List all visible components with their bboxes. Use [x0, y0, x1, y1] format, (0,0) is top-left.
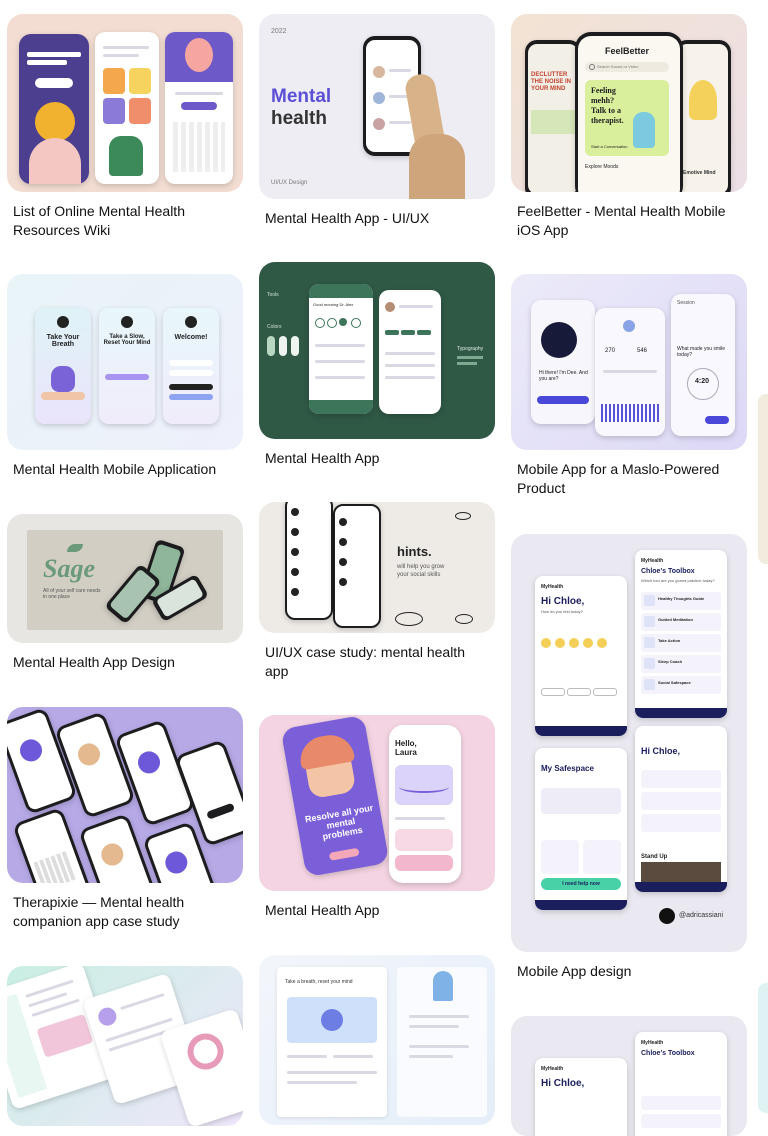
phone-mockup: Hi there! I'm Dee. And you are?	[531, 300, 595, 424]
pin-mental-health-app-pink[interactable]: Resolve all your mental problems Hello, …	[259, 715, 495, 925]
tool-list: Healthy Thoughts Guide Guided Meditation…	[641, 592, 721, 697]
tool-item[interactable]: Social Safespace	[641, 676, 721, 694]
phone-mockup: MyHealth Chloe's Toolbox Which tool are …	[635, 550, 727, 718]
pin-mobile-app-design[interactable]: MyHealth Hi Chloe, How do you feel today…	[511, 534, 747, 984]
pin-website-ui[interactable]: Take a breath, reset your mind	[259, 955, 495, 1125]
pin-mental-health-app-design[interactable]: Sage All of your self care needs in one …	[7, 514, 243, 674]
doodle-icon	[455, 512, 471, 520]
phone-mockup: 270 546	[595, 308, 665, 436]
phone-mockup	[19, 34, 89, 184]
phone-mockup: MyHealth Chloe's Toolbox	[635, 1032, 727, 1136]
phone-mockup: DECLUTTER THE NOISE IN YOUR MIND	[525, 40, 581, 192]
pin-title[interactable]: Mobile App design	[517, 962, 739, 981]
credit-avatar	[659, 908, 675, 924]
pin-dashboard-ui[interactable]	[7, 966, 243, 1126]
search-icon	[589, 64, 595, 70]
tool-icon	[644, 616, 655, 627]
pin-title[interactable]: Therapixie — Mental health companion app…	[13, 893, 235, 931]
phone-mockup	[333, 504, 381, 628]
pin-title[interactable]: List of Online Mental Health Resources W…	[13, 202, 235, 240]
phone-mockup	[285, 502, 333, 620]
pin-image[interactable]: Take Your Breath Take a Slow, Reset Your…	[7, 274, 243, 450]
pin-image[interactable]	[7, 966, 243, 1126]
tool-icon	[644, 637, 655, 648]
phone-mockup: Hello, Laura	[389, 725, 461, 883]
phone-mockup: My Safespace I need help now	[535, 748, 627, 910]
tool-item[interactable]: Sleep Coach	[641, 655, 721, 673]
phone-mockup: Session What made you smile today? 4:20	[671, 294, 735, 436]
phone-mockup: Welcome!	[163, 308, 219, 424]
pin-image[interactable]	[7, 14, 243, 192]
phone-mockup	[379, 290, 441, 414]
help-button[interactable]: I need help now	[541, 878, 621, 890]
pin-partial-edge[interactable]	[758, 394, 768, 564]
pin-partial-edge[interactable]	[758, 983, 768, 1113]
pin-title[interactable]: FeelBetter - Mental Health Mobile iOS Ap…	[517, 202, 739, 240]
pin-mental-health-app-uiux[interactable]: 2022 Mental health UI/UX Design Mental H…	[259, 14, 495, 234]
tool-icon	[644, 658, 655, 669]
phone-mockup: Hi Chloe, Stand Up	[635, 726, 727, 892]
phone-mockup	[95, 32, 159, 184]
phone-mockup: Take a Slow, Reset Your Mind	[99, 308, 155, 424]
pin-image[interactable]: hints. will help you grow your social sk…	[259, 502, 495, 633]
pin-title[interactable]: Mental Health App Design	[13, 653, 235, 672]
pin-online-mental-health-resources[interactable]: List of Online Mental Health Resources W…	[7, 14, 243, 239]
doodle-icon	[455, 614, 473, 624]
tool-item[interactable]: Healthy Thoughts Guide	[641, 592, 721, 610]
doodle-icon	[395, 612, 423, 626]
pin-title[interactable]: Mental Health App - UI/UX	[265, 209, 487, 228]
phone-mockup: Good morning Dr. Alex	[309, 284, 373, 414]
pin-image[interactable]: MyHealth Hi Chloe, How do you feel today…	[511, 534, 747, 952]
pin-title[interactable]: UI/UX case study: mental health app	[265, 643, 487, 681]
tool-item[interactable]: Guided Meditation	[641, 613, 721, 631]
pin-title[interactable]: Mobile App for a Maslo-Powered Product	[517, 460, 739, 498]
tool-item[interactable]: Take Action	[641, 634, 721, 652]
wooden-hand	[409, 134, 465, 199]
pin-uiux-case-study[interactable]: hints. will help you grow your social sk…	[259, 502, 495, 687]
pin-image[interactable]: Resolve all your mental problems Hello, …	[259, 715, 495, 891]
pin-image[interactable]: Sage All of your self care needs in one …	[7, 514, 243, 643]
phone-mockup: Take Your Breath	[35, 308, 91, 424]
pin-therapixie[interactable]: Therapixie — Mental health companion app…	[7, 707, 243, 937]
phone-mockup: Resolve all your mental problems	[280, 715, 390, 878]
pin-feelbetter[interactable]: DECLUTTER THE NOISE IN YOUR MIND Emotive…	[511, 14, 747, 239]
pin-image[interactable]	[7, 707, 243, 883]
pin-image[interactable]: Take a breath, reset your mind	[259, 955, 495, 1125]
phone-mockup: FeelBetter Search Sound or Video Feeling…	[575, 32, 683, 192]
phone-mockup: Emotive Mind	[675, 40, 731, 192]
pin-title[interactable]: Mental Health App	[265, 901, 487, 920]
pin-image[interactable]: DECLUTTER THE NOISE IN YOUR MIND Emotive…	[511, 14, 747, 192]
pin-image[interactable]: Hi there! I'm Dee. And you are? 270 546 …	[511, 274, 747, 450]
pin-image[interactable]: Tools Colors Good morning Dr. Alex Typog…	[259, 262, 495, 439]
phone-mockup: MyHealth Hi Chloe, How do you feel today…	[535, 576, 627, 736]
pin-mental-health-app-green[interactable]: Tools Colors Good morning Dr. Alex Typog…	[259, 262, 495, 472]
phone-mockup	[12, 807, 94, 883]
pin-mobile-app-design-2[interactable]: MyHealth Hi Chloe, MyHealth Chloe's Tool…	[511, 1016, 747, 1136]
pin-title[interactable]: Mental Health Mobile Application	[13, 460, 235, 479]
tool-icon	[644, 595, 655, 606]
pin-mental-health-mobile-application[interactable]: Take Your Breath Take a Slow, Reset Your…	[7, 274, 243, 484]
pin-maslo-powered-product[interactable]: Hi there! I'm Dee. And you are? 270 546 …	[511, 274, 747, 499]
phone-mockup	[165, 32, 233, 184]
pin-image[interactable]: MyHealth Hi Chloe, MyHealth Chloe's Tool…	[511, 1016, 747, 1136]
pin-image[interactable]: 2022 Mental health UI/UX Design	[259, 14, 495, 199]
tool-icon	[644, 679, 655, 690]
pin-title[interactable]: Mental Health App	[265, 449, 487, 468]
phone-mockup: MyHealth Hi Chloe,	[535, 1058, 627, 1136]
